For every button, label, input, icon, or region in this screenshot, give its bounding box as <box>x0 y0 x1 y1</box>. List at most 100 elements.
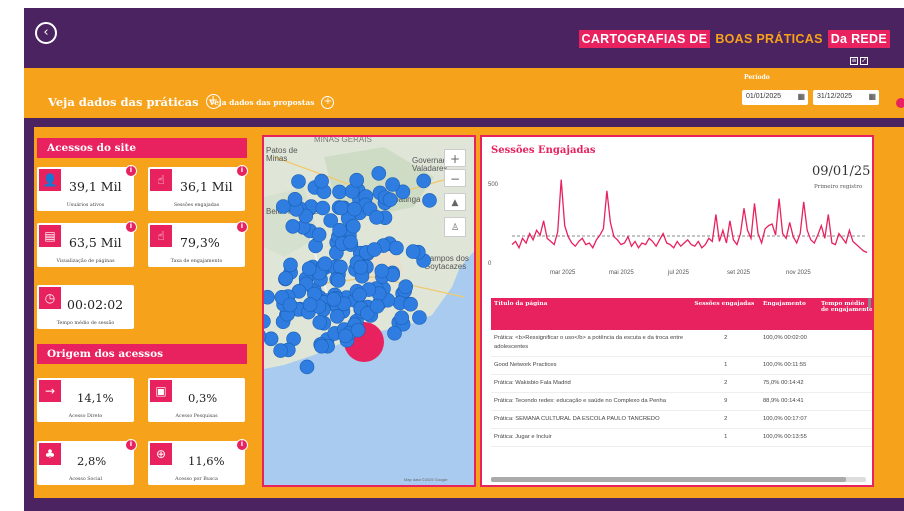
map-marker[interactable] <box>282 297 298 313</box>
calendar-icon[interactable]: ▦ <box>797 92 805 101</box>
table-row[interactable]: Good Network Practices 1 100,0% 00:11:55 <box>491 356 872 375</box>
map-marker[interactable] <box>326 291 342 307</box>
map-marker[interactable] <box>334 200 349 216</box>
x-tick-label: mar 2025 <box>550 270 576 276</box>
tab-proposals-label: Veja dados das propostas <box>209 98 315 107</box>
back-icon[interactable]: ‹ <box>35 22 57 44</box>
map-marker[interactable] <box>314 173 329 189</box>
map-marker[interactable] <box>387 325 402 341</box>
map-marker[interactable] <box>394 310 409 325</box>
map-marker[interactable] <box>333 259 348 275</box>
table-row[interactable]: Prática: SEMANA CULTURAL DA ESCOLA PAULO… <box>491 410 872 429</box>
card-label: Acesso Direto <box>68 414 103 419</box>
map-marker[interactable] <box>312 315 328 330</box>
page-title-cell: Good Network Practices <box>491 356 692 375</box>
map-marker[interactable] <box>264 314 271 329</box>
map-marker[interactable] <box>385 177 400 192</box>
table-vertical-scrollbar[interactable] <box>868 298 871 308</box>
map-marker[interactable] <box>329 309 345 324</box>
map-marker[interactable] <box>302 297 318 312</box>
info-icon[interactable]: i <box>236 439 248 451</box>
table-row[interactable]: Prática: Jugar e Incluir 1 100,0% 00:13:… <box>491 428 872 447</box>
info-icon[interactable]: i <box>236 221 248 233</box>
map-marker[interactable] <box>283 257 298 273</box>
map-marker[interactable] <box>343 234 358 250</box>
map-marker[interactable] <box>403 296 418 312</box>
map-marker[interactable] <box>416 173 431 189</box>
map-marker[interactable] <box>382 192 398 208</box>
map-marker[interactable] <box>317 256 333 271</box>
map-marker[interactable] <box>422 193 437 208</box>
map-marker[interactable] <box>314 338 329 354</box>
table-row[interactable]: Prática: Tecendo redes: educação e saúde… <box>491 392 872 411</box>
engagement-time: 00:11:55 <box>784 362 807 368</box>
column-header[interactable]: Sessões engajadas <box>691 298 760 330</box>
column-header[interactable]: Engajamento <box>759 298 818 330</box>
start-date-input[interactable]: 01/01/2025 ▦ <box>742 90 808 105</box>
tab-practices[interactable]: Veja dados das práticas + <box>48 94 221 109</box>
sessions-panel: Sessões Engajadas 09/01/25 Primeiro regi… <box>480 135 874 487</box>
map-marker[interactable] <box>311 227 327 242</box>
map-marker[interactable] <box>389 240 404 256</box>
map-marker[interactable] <box>412 310 427 325</box>
info-icon[interactable]: i <box>125 439 137 451</box>
page-title-cell: Prática: SEMANA CULTURAL DA ESCOLA PAULO… <box>491 410 692 429</box>
map-marker[interactable] <box>332 223 347 238</box>
map-marker[interactable] <box>369 210 384 225</box>
tilt-icon[interactable]: ▲ <box>444 193 466 211</box>
table-horizontal-scrollbar[interactable] <box>491 477 866 482</box>
map-marker[interactable] <box>405 244 421 259</box>
card-label: Visualização de páginas <box>56 259 115 264</box>
map-marker[interactable] <box>374 263 390 279</box>
table-row[interactable]: Prática: <b>Ressignificar o uso</b> a po… <box>491 330 872 357</box>
sessions-cell: 2 <box>691 410 760 429</box>
map-marker[interactable] <box>299 359 315 375</box>
info-icon[interactable]: i <box>125 165 137 177</box>
page-title-cell: Prática: <b>Ressignificar o uso</b> a po… <box>491 330 692 357</box>
zoom-in-button[interactable]: + <box>444 149 466 167</box>
map-marker[interactable] <box>332 184 347 200</box>
info-icon[interactable]: i <box>236 165 248 177</box>
map-marker[interactable] <box>398 279 413 294</box>
map-marker[interactable] <box>264 289 275 305</box>
filter-bar: Veja dados das práticas + Veja dados das… <box>24 68 904 118</box>
map-marker[interactable] <box>338 328 353 344</box>
map-marker[interactable] <box>347 201 362 217</box>
map-marker[interactable] <box>273 343 288 358</box>
zoom-out-button[interactable]: − <box>444 169 466 187</box>
series-line[interactable] <box>511 179 868 254</box>
pegman-icon[interactable]: ♙ <box>444 217 466 237</box>
info-icon[interactable]: i <box>125 221 137 233</box>
map-marker[interactable] <box>291 174 306 189</box>
map-marker[interactable] <box>350 322 366 338</box>
scrollbar-thumb[interactable] <box>491 477 846 482</box>
sessions-line-chart[interactable]: 0 500 mar 2025 mai 2025 jul 2025 set 2025 nov … <box>482 137 872 287</box>
column-header[interactable]: Título da página <box>491 298 692 330</box>
map-marker[interactable] <box>367 242 382 257</box>
practices-map[interactable]: MINAS GERAIS Patos de Minas Belo Horizon… <box>262 135 476 487</box>
map-marker[interactable] <box>352 287 367 303</box>
map-marker[interactable] <box>301 261 317 276</box>
practice-markers[interactable] <box>264 137 476 487</box>
map-marker[interactable] <box>346 218 361 234</box>
table-row[interactable]: Prática: Wakisbio Fala Madrid 2 75,0% 00… <box>491 374 872 393</box>
map-marker[interactable] <box>369 298 385 314</box>
filter-icon[interactable]: ≡ <box>850 57 858 65</box>
map-marker[interactable] <box>349 172 364 188</box>
end-date-input[interactable]: 31/12/2025 ▦ <box>813 90 879 105</box>
sessions-cell: 2 <box>691 374 760 393</box>
map-marker[interactable] <box>353 259 369 275</box>
map-marker[interactable] <box>264 331 279 347</box>
tab-proposals[interactable]: Veja dados das propostas + <box>209 96 335 109</box>
column-header[interactable]: Tempo médio de engajamento <box>817 298 872 330</box>
map-marker[interactable] <box>371 166 387 181</box>
calendar-icon[interactable]: ▦ <box>868 92 876 101</box>
origins-title: Origem dos acessos <box>37 344 247 364</box>
map-marker[interactable] <box>315 200 331 216</box>
map-marker[interactable] <box>330 273 346 288</box>
map-marker[interactable] <box>287 191 303 207</box>
map-marker[interactable] <box>285 219 301 234</box>
pageview-icon: ▤ <box>39 225 61 247</box>
map-marker[interactable] <box>278 271 294 286</box>
expand-icon[interactable]: ⤢ <box>860 57 868 65</box>
